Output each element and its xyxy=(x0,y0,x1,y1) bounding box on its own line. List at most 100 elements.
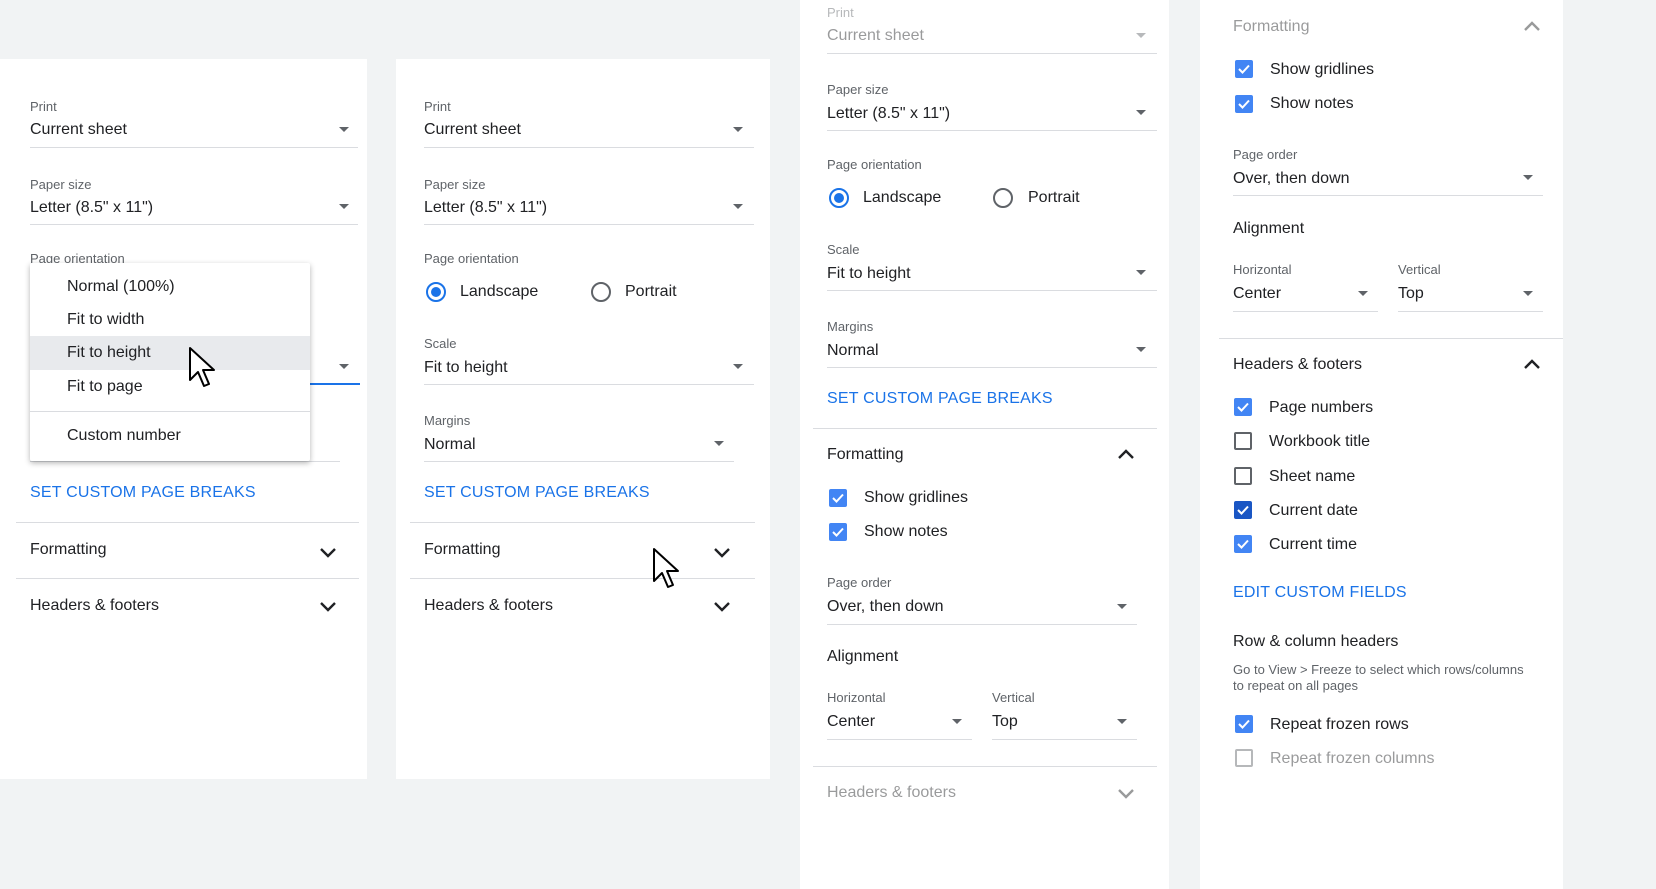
dropdown-caret-icon[interactable] xyxy=(733,364,743,369)
show-notes-label: Show notes xyxy=(864,523,948,540)
dropdown-caret-icon[interactable] xyxy=(1523,175,1533,180)
menu-item-fit-to-height[interactable]: Fit to height xyxy=(30,336,310,370)
portrait-label: Portrait xyxy=(1028,189,1080,206)
show-notes-label: Show notes xyxy=(1270,95,1354,112)
print-select[interactable]: Current sheet xyxy=(30,121,127,139)
print-select[interactable]: Current sheet xyxy=(827,27,924,45)
current-time-checkbox[interactable] xyxy=(1234,535,1252,553)
landscape-radio[interactable] xyxy=(829,188,849,208)
current-time-label: Current time xyxy=(1269,536,1358,553)
dropdown-caret-icon[interactable] xyxy=(1117,604,1127,609)
headers-footers-section-header[interactable]: Headers & footers xyxy=(30,597,159,615)
page-order-select[interactable]: Over, then down xyxy=(1233,170,1350,188)
chevron-down-icon[interactable] xyxy=(712,600,732,614)
menu-item-custom-number[interactable]: Custom number xyxy=(30,419,310,453)
horizontal-label: Horizontal xyxy=(1233,262,1292,277)
print-select[interactable]: Current sheet xyxy=(424,121,521,139)
chevron-down-icon[interactable] xyxy=(318,546,338,560)
portrait-radio[interactable] xyxy=(993,188,1013,208)
workbook-title-label: Workbook title xyxy=(1269,433,1371,450)
menu-item-fit-to-page[interactable]: Fit to page xyxy=(30,370,310,404)
show-notes-checkbox[interactable] xyxy=(829,523,847,541)
print-settings-panel-2: Print Current sheet Paper size Letter (8… xyxy=(396,59,770,779)
vertical-select[interactable]: Top xyxy=(992,713,1018,731)
dropdown-caret-icon[interactable] xyxy=(952,719,962,724)
dropdown-caret-icon[interactable] xyxy=(339,127,349,132)
headers-footers-section-header[interactable]: Headers & footers xyxy=(1233,356,1362,374)
set-custom-page-breaks-link[interactable]: SET CUSTOM PAGE BREAKS xyxy=(827,390,1053,408)
formatting-section-header[interactable]: Formatting xyxy=(424,541,500,559)
set-custom-page-breaks-link[interactable]: SET CUSTOM PAGE BREAKS xyxy=(424,484,650,502)
paper-size-select[interactable]: Letter (8.5" x 11") xyxy=(827,105,950,123)
dropdown-caret-icon[interactable] xyxy=(733,204,743,209)
dropdown-caret-icon[interactable] xyxy=(1117,719,1127,724)
show-gridlines-checkbox[interactable] xyxy=(829,489,847,507)
dropdown-caret-icon[interactable] xyxy=(339,364,349,369)
dropdown-caret-icon[interactable] xyxy=(733,127,743,132)
paper-size-select[interactable]: Letter (8.5" x 11") xyxy=(30,199,153,217)
headers-footers-section-header[interactable]: Headers & footers xyxy=(424,597,553,615)
sheet-name-checkbox[interactable] xyxy=(1234,467,1252,485)
show-gridlines-checkbox[interactable] xyxy=(1235,60,1253,78)
page-order-label: Page order xyxy=(1233,147,1298,162)
formatting-section-header[interactable]: Formatting xyxy=(30,541,106,559)
portrait-label: Portrait xyxy=(625,283,677,300)
scale-select[interactable]: Fit to height xyxy=(424,359,508,377)
chevron-down-icon[interactable] xyxy=(712,546,732,560)
headers-footers-section-header[interactable]: Headers & footers xyxy=(827,784,956,802)
landscape-radio[interactable] xyxy=(426,282,446,302)
vertical-select[interactable]: Top xyxy=(1398,285,1424,303)
current-date-checkbox[interactable] xyxy=(1234,501,1252,519)
formatting-section-header[interactable]: Formatting xyxy=(827,446,903,464)
checkbox-check-icon xyxy=(832,493,844,503)
dropdown-caret-icon[interactable] xyxy=(1523,291,1533,296)
checkbox-check-icon xyxy=(1238,719,1250,729)
margins-select[interactable]: Normal xyxy=(827,342,879,360)
show-notes-checkbox[interactable] xyxy=(1235,95,1253,113)
row-column-help-text: Go to View > Freeze to select which rows… xyxy=(1233,662,1524,677)
chevron-up-icon[interactable] xyxy=(1522,357,1542,371)
row-column-help-text-2: to repeat on all pages xyxy=(1233,678,1359,693)
checkbox-check-icon xyxy=(1237,402,1249,412)
workbook-title-checkbox[interactable] xyxy=(1234,432,1252,450)
print-settings-panel-3: Print Current sheet Paper size Letter (8… xyxy=(800,0,1169,889)
set-custom-page-breaks-link[interactable]: SET CUSTOM PAGE BREAKS xyxy=(30,484,256,502)
show-gridlines-label: Show gridlines xyxy=(864,489,969,506)
formatting-section-header[interactable]: Formatting xyxy=(1233,18,1309,36)
menu-item-normal[interactable]: Normal (100%) xyxy=(30,270,310,304)
chevron-down-icon[interactable] xyxy=(318,600,338,614)
dropdown-caret-icon[interactable] xyxy=(1136,347,1146,352)
horizontal-select[interactable]: Center xyxy=(827,713,875,731)
landscape-label: Landscape xyxy=(460,283,539,300)
print-label: Print xyxy=(827,5,854,20)
chevron-up-icon[interactable] xyxy=(1522,19,1542,33)
portrait-radio[interactable] xyxy=(591,282,611,302)
page-numbers-checkbox[interactable] xyxy=(1234,398,1252,416)
repeat-frozen-columns-checkbox[interactable] xyxy=(1235,749,1253,767)
menu-item-fit-to-width[interactable]: Fit to width xyxy=(30,303,310,337)
horizontal-label: Horizontal xyxy=(827,690,886,705)
repeat-frozen-rows-checkbox[interactable] xyxy=(1235,715,1253,733)
dropdown-caret-icon[interactable] xyxy=(1136,270,1146,275)
print-label: Print xyxy=(424,99,451,114)
dropdown-caret-icon[interactable] xyxy=(714,441,724,446)
dropdown-caret-icon[interactable] xyxy=(1136,33,1146,38)
current-date-label: Current date xyxy=(1269,502,1358,519)
scale-dropdown-menu: Normal (100%) Fit to width Fit to height… xyxy=(30,263,310,461)
dropdown-caret-icon[interactable] xyxy=(1136,110,1146,115)
page-order-select[interactable]: Over, then down xyxy=(827,598,944,616)
horizontal-select[interactable]: Center xyxy=(1233,285,1281,303)
edit-custom-fields-link[interactable]: EDIT CUSTOM FIELDS xyxy=(1233,584,1407,602)
chevron-up-icon[interactable] xyxy=(1116,447,1136,461)
margins-select[interactable]: Normal xyxy=(424,436,476,454)
chevron-down-icon[interactable] xyxy=(1116,787,1136,801)
scale-select[interactable]: Fit to height xyxy=(827,265,911,283)
dropdown-caret-icon[interactable] xyxy=(339,204,349,209)
dropdown-caret-icon[interactable] xyxy=(1358,291,1368,296)
page-order-label: Page order xyxy=(827,575,892,590)
print-settings-panel-1: Print Current sheet Paper size Letter (8… xyxy=(0,59,367,779)
mouse-pointer-icon xyxy=(653,548,679,588)
paper-size-select[interactable]: Letter (8.5" x 11") xyxy=(424,199,547,217)
paper-size-label: Paper size xyxy=(424,177,486,192)
margins-label: Margins xyxy=(827,319,874,334)
